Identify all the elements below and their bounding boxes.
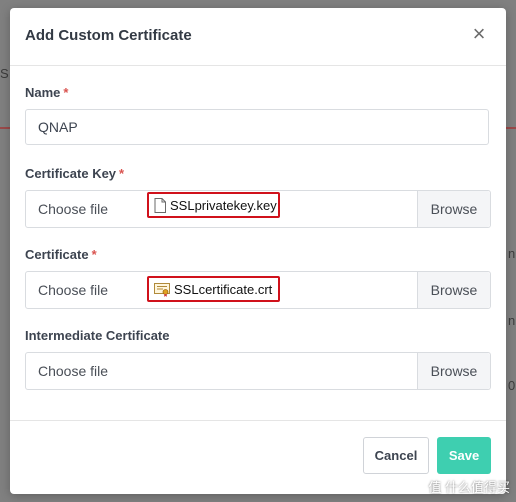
name-label-text: Name (25, 85, 61, 100)
certificate-label-text: Certificate (25, 247, 89, 262)
required-marker: * (119, 166, 125, 181)
certificate-icon (154, 282, 170, 297)
cancel-button[interactable]: Cancel (363, 437, 429, 474)
add-certificate-dialog: Add Custom Certificate × Name* Certifica… (10, 8, 506, 494)
background-fragment: S (0, 66, 9, 81)
name-input[interactable] (25, 109, 489, 145)
selected-file-name: SSLprivatekey.key (170, 197, 277, 213)
certificate-key-label: Certificate Key * (25, 166, 124, 181)
file-input-placeholder: Choose file (38, 282, 109, 298)
intermediate-certificate-file-input[interactable]: Choose file Browse (25, 352, 491, 390)
background-accent-line (0, 127, 10, 129)
browse-button[interactable]: Browse (417, 191, 490, 227)
file-input-placeholder: Choose file (38, 363, 109, 379)
background-fragment: n (508, 246, 516, 261)
required-marker: * (91, 247, 97, 262)
document-icon (154, 197, 166, 213)
browse-button[interactable]: Browse (417, 353, 490, 389)
close-icon[interactable]: × (470, 23, 488, 45)
watermark: 值 什么值得买 (428, 477, 510, 496)
required-marker: * (63, 85, 69, 100)
file-input-placeholder: Choose file (38, 201, 109, 217)
dialog-title: Add Custom Certificate (25, 27, 192, 44)
dialog-header: Add Custom Certificate × (10, 8, 506, 66)
selected-file-chip: SSLcertificate.crt (147, 276, 280, 302)
selected-file-chip: SSLprivatekey.key (147, 192, 280, 218)
name-label: Name * (25, 85, 68, 100)
watermark-text: 值 什么值得买 (428, 480, 510, 495)
background-fragment: 0 (508, 378, 516, 393)
selected-file-name: SSLcertificate.crt (174, 281, 273, 297)
background-fragment: n (508, 313, 516, 328)
certificate-key-label-text: Certificate Key (25, 166, 117, 181)
browse-button[interactable]: Browse (417, 272, 490, 308)
save-button[interactable]: Save (437, 437, 491, 474)
certificate-label: Certificate * (25, 247, 97, 262)
intermediate-certificate-label: Intermediate Certificate (25, 328, 170, 343)
background-accent-line (506, 127, 516, 129)
